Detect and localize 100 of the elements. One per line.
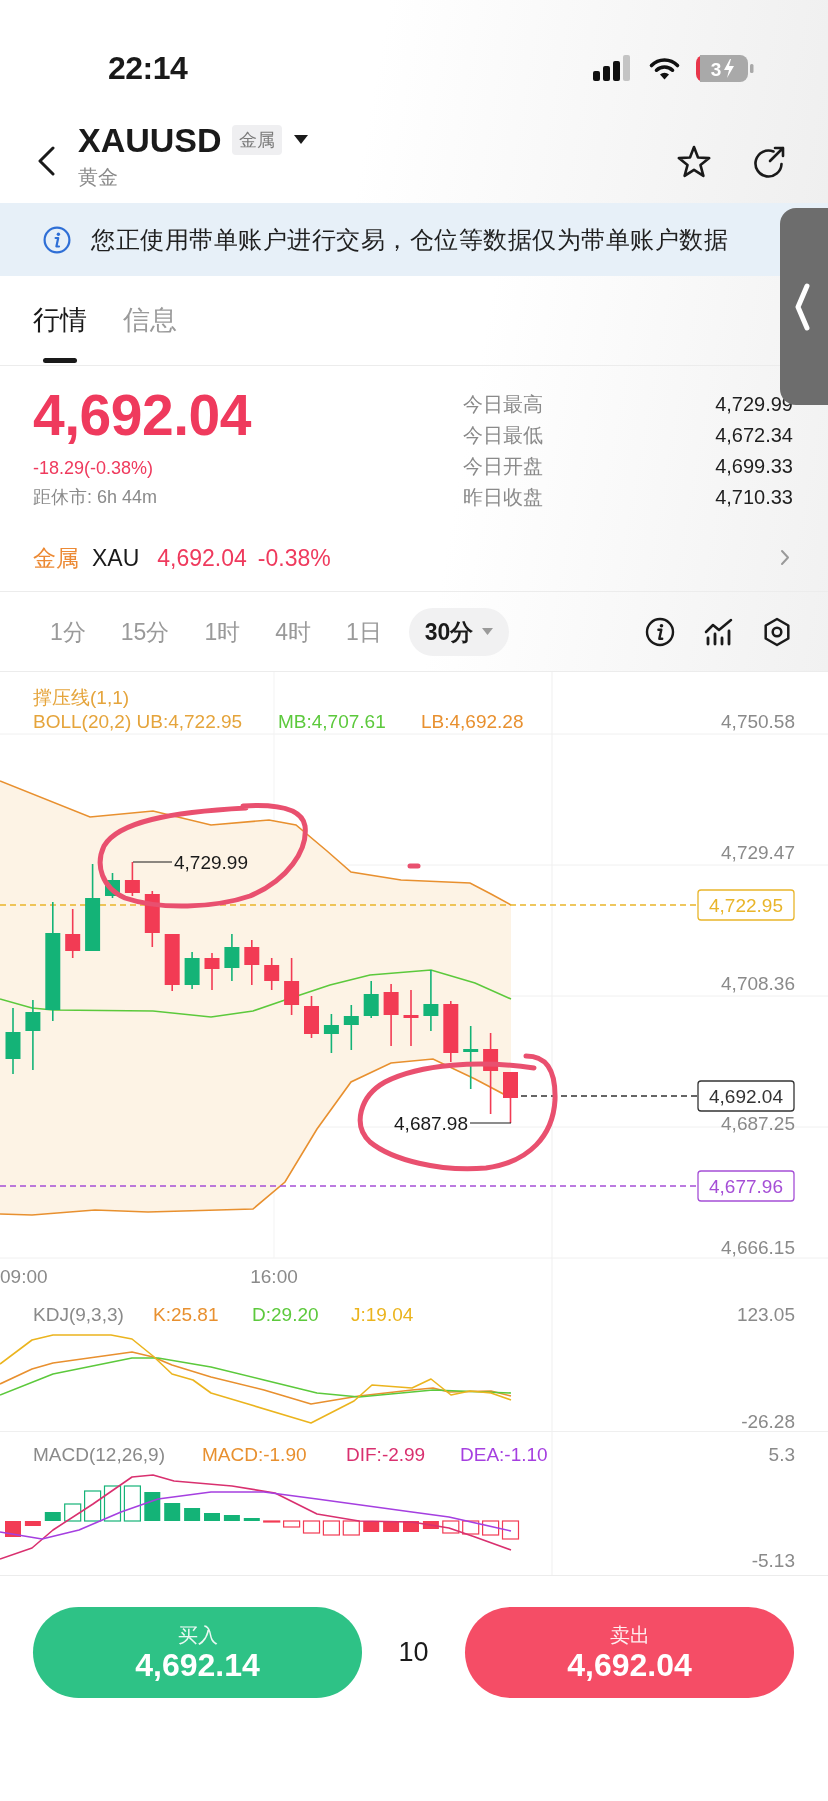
- period-tab[interactable]: 1时: [196, 607, 249, 656]
- tab[interactable]: 信息: [123, 276, 177, 365]
- indicator-title: 撑压线(1,1): [33, 686, 130, 708]
- stat-label: 今日开盘: [463, 453, 543, 479]
- symbol-title: XAUUSD: [78, 119, 222, 160]
- indicator-legend: BOLL(20,2) UB:4,722.95: [33, 710, 243, 732]
- info-icon: [43, 225, 71, 254]
- price-change: -18.29(-0.38%): [33, 457, 154, 480]
- histogram-bar: [403, 1521, 419, 1532]
- price-tag: 4,692.04: [697, 1080, 795, 1112]
- quantity-value[interactable]: 10: [362, 1607, 465, 1698]
- candlestick: [105, 872, 120, 899]
- histogram-bar: [482, 1520, 500, 1536]
- histogram-bar: [243, 1518, 260, 1521]
- wifi-icon: [648, 56, 681, 80]
- caret-down-icon[interactable]: [293, 135, 308, 144]
- indicator-legend: LB:4,692.28: [421, 710, 524, 732]
- indicator-legend: J:19.04: [351, 1303, 414, 1325]
- candlestick: [423, 969, 439, 1032]
- candlestick: [224, 933, 240, 982]
- indicator-title: MACD(12,26,9): [33, 1443, 165, 1465]
- histogram-bar: [164, 1503, 181, 1521]
- settings-icon[interactable]: [763, 616, 791, 647]
- histogram-bar: [64, 1503, 82, 1522]
- candlestick: [144, 890, 160, 948]
- histogram-bar: [501, 1520, 520, 1540]
- indicator-legend: DEA:-1.10: [460, 1443, 548, 1465]
- low-price-label: 4,687.98: [394, 1112, 468, 1134]
- axis-label: 123.05: [736, 1303, 795, 1325]
- sell-button[interactable]: 卖出 4,692.04: [465, 1607, 794, 1698]
- stat-value: 4,672.34: [715, 422, 793, 448]
- chevron-right-icon[interactable]: [780, 549, 790, 566]
- indicator-legend: MACD:-1.90: [202, 1443, 307, 1465]
- candlestick: [65, 908, 81, 959]
- period-tab[interactable]: 1日: [338, 607, 390, 656]
- candlestick: [304, 995, 319, 1039]
- histogram-bar: [263, 1520, 281, 1523]
- leader-line: [469, 1122, 512, 1124]
- axis-label: 4,729.47: [721, 841, 795, 863]
- period-tab[interactable]: 1分: [42, 607, 94, 656]
- period-tab[interactable]: 4时: [267, 607, 319, 656]
- axis-label: 5.3: [768, 1443, 795, 1465]
- battery-indicator: 3: [696, 54, 754, 82]
- histogram-bar: [342, 1520, 360, 1536]
- period-tab[interactable]: 15分: [112, 607, 178, 656]
- indicator-title: KDJ(9,3,3): [33, 1303, 124, 1325]
- candlestick: [25, 999, 41, 1071]
- stat-label: 昨日收盘: [463, 484, 543, 510]
- candlestick: [503, 1071, 518, 1124]
- candlestick: [363, 980, 379, 1019]
- axis-label: -26.28: [741, 1410, 795, 1432]
- histogram-bar: [223, 1515, 240, 1521]
- stat-label: 今日最高: [463, 391, 543, 417]
- star-icon[interactable]: [676, 145, 712, 178]
- candlestick: [463, 1025, 479, 1090]
- line-chart-icon[interactable]: [704, 617, 734, 646]
- candlestick: [124, 861, 140, 897]
- caret-down-icon: [482, 628, 494, 635]
- buy-button[interactable]: 买入 4,692.14: [33, 1607, 362, 1698]
- histogram-bar: [144, 1492, 161, 1521]
- candlestick: [323, 1013, 339, 1054]
- stat-value: 4,710.33: [715, 484, 793, 510]
- candlestick: [383, 983, 399, 1047]
- histogram-bar: [123, 1485, 141, 1522]
- candlestick: [5, 1007, 21, 1075]
- status-time: 22:14: [108, 49, 188, 88]
- stat-label: 今日最低: [463, 422, 543, 448]
- notice-text: 您正使用带单账户进行交易，仓位等数据仅为带单账户数据: [91, 224, 728, 255]
- histogram-bar: [322, 1520, 340, 1536]
- period-tab[interactable]: 30分: [408, 607, 510, 656]
- high-price-label: 4,729.99: [174, 851, 248, 873]
- instrument-name: 黄金: [78, 164, 119, 190]
- histogram-bar: [103, 1485, 122, 1522]
- last-price: 4,692.04: [33, 385, 251, 445]
- market-symbol: XAU: [92, 543, 140, 573]
- info-icon[interactable]: [645, 616, 675, 647]
- candlestick: [443, 1000, 459, 1063]
- candlestick: [244, 939, 260, 986]
- axis-label: 4,708.36: [721, 972, 795, 994]
- candlestick: [204, 952, 220, 991]
- market-change: -0.38%: [257, 543, 331, 573]
- axis-label: 09:00: [0, 1265, 48, 1287]
- histogram-bar: [204, 1513, 220, 1521]
- stat-value: 4,699.33: [715, 453, 793, 479]
- chevron-left-icon: [794, 282, 810, 331]
- annotation-mark: [407, 863, 421, 869]
- histogram-bar: [422, 1521, 439, 1529]
- axis-label: -5.13: [751, 1549, 795, 1571]
- histogram-bar: [84, 1490, 102, 1522]
- price-tag: 4,722.95: [697, 889, 795, 921]
- back-icon[interactable]: [36, 146, 56, 176]
- histogram-bar: [363, 1521, 380, 1532]
- axis-label: 4,666.15: [721, 1236, 795, 1258]
- candlestick: [343, 1004, 359, 1051]
- market-category: 金属: [33, 543, 79, 573]
- tab[interactable]: 行情: [33, 276, 87, 365]
- indicator-legend: MB:4,707.61: [278, 710, 386, 732]
- indicator-legend: D:29.20: [252, 1303, 319, 1325]
- histogram-bar: [44, 1512, 61, 1521]
- share-icon[interactable]: [752, 144, 786, 179]
